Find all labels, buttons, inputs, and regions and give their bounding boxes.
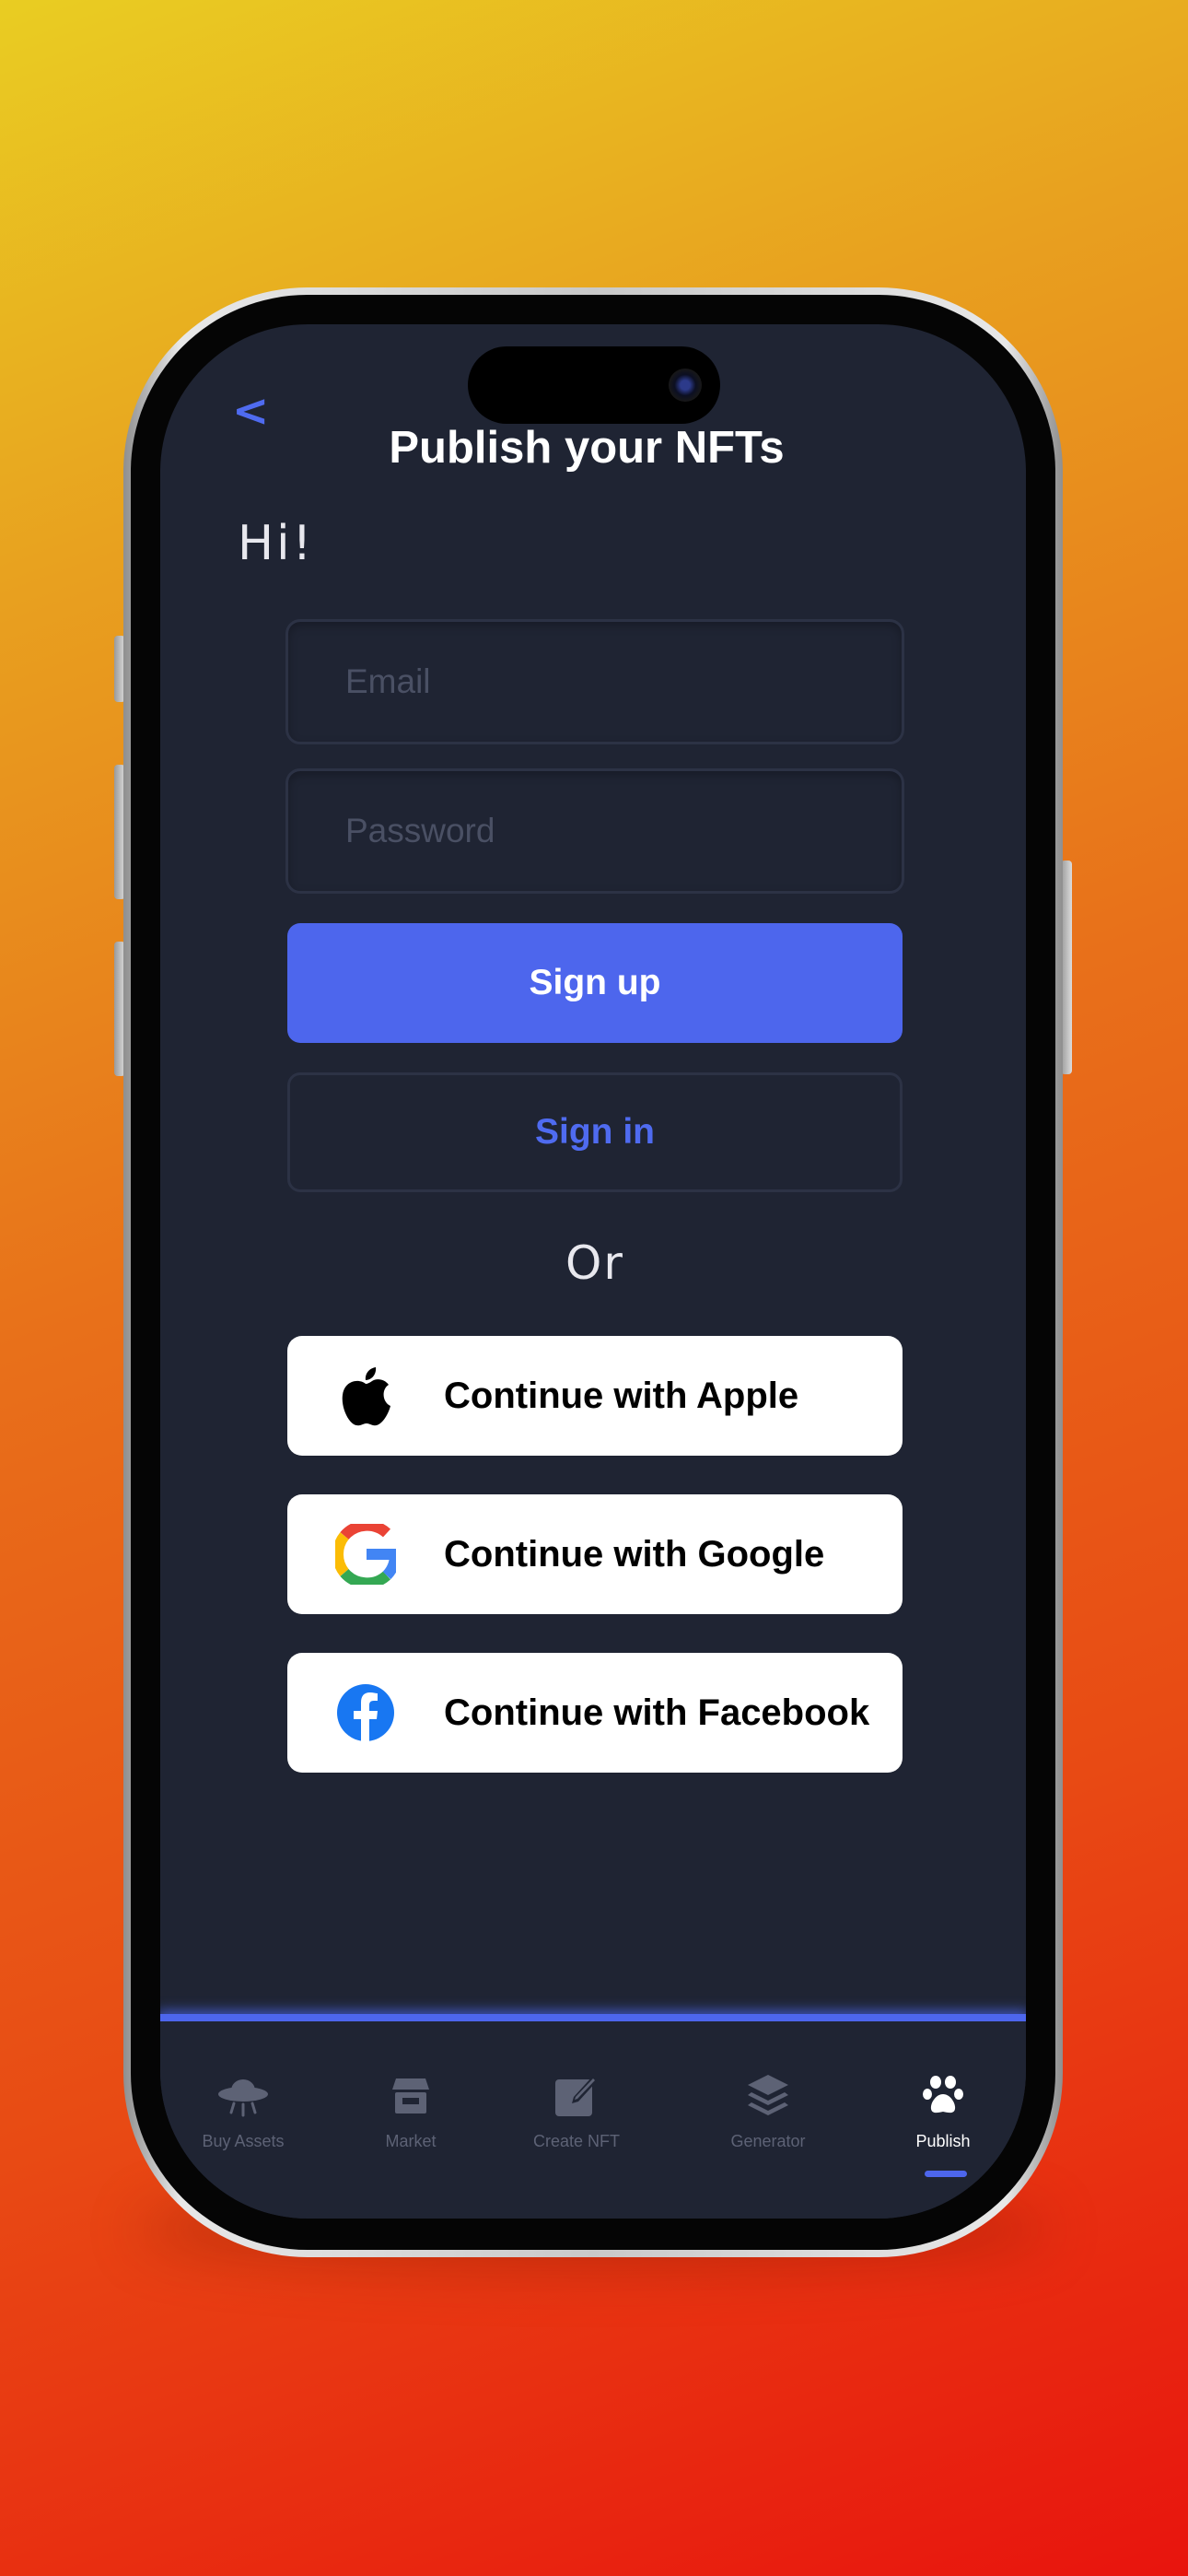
continue-with-google-button[interactable]: Continue with Google: [287, 1494, 903, 1614]
active-tab-indicator: [925, 2171, 967, 2177]
tab-label: Market: [385, 2132, 437, 2150]
apple-button-label: Continue with Apple: [444, 1375, 799, 1416]
sign-up-button[interactable]: Sign up: [287, 923, 903, 1043]
password-field-container: [285, 768, 904, 894]
edit-icon: [494, 2067, 659, 2123]
email-field-container: [285, 619, 904, 744]
tab-label: Publish: [915, 2132, 971, 2150]
tab-market[interactable]: Market: [328, 2067, 494, 2151]
password-input[interactable]: [288, 771, 902, 891]
camera-icon: [669, 369, 702, 402]
sign-in-button[interactable]: Sign in: [287, 1072, 903, 1192]
app-screen: < Publish your NFTs Hi! Sign up Sign in …: [160, 324, 1026, 2219]
apple-icon: [333, 1364, 398, 1428]
google-icon: [333, 1522, 398, 1587]
email-input[interactable]: [288, 622, 902, 742]
facebook-icon: [333, 1680, 398, 1745]
bottom-tab-bar: Buy Assets Market Create NFT Generator P…: [160, 2021, 1026, 2219]
layers-icon: [685, 2067, 851, 2123]
greeting-text: Hi!: [238, 516, 315, 571]
ufo-icon: [160, 2067, 326, 2123]
dynamic-island: [468, 346, 720, 424]
tab-publish[interactable]: Publish: [860, 2067, 1026, 2151]
page-title: Publish your NFTs: [389, 423, 785, 473]
tab-create-nft[interactable]: Create NFT: [494, 2067, 659, 2151]
facebook-button-label: Continue with Facebook: [444, 1692, 870, 1733]
tab-generator[interactable]: Generator: [685, 2067, 851, 2151]
paw-icon: [860, 2067, 1026, 2123]
tab-buy-assets[interactable]: Buy Assets: [160, 2067, 326, 2151]
tab-label: Generator: [730, 2132, 806, 2150]
google-button-label: Continue with Google: [444, 1533, 825, 1575]
or-divider-text: Or: [565, 1236, 624, 1290]
store-icon: [328, 2067, 494, 2123]
tab-label: Buy Assets: [202, 2132, 285, 2150]
tab-bar-glow-divider: [160, 2014, 1026, 2021]
continue-with-apple-button[interactable]: Continue with Apple: [287, 1336, 903, 1456]
continue-with-facebook-button[interactable]: Continue with Facebook: [287, 1653, 903, 1773]
tab-label: Create NFT: [532, 2132, 621, 2150]
